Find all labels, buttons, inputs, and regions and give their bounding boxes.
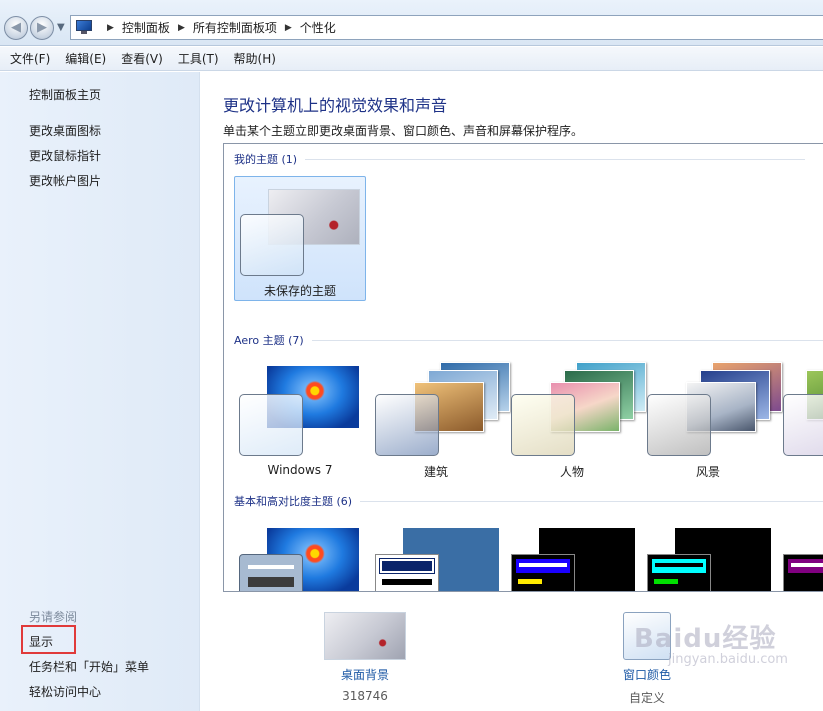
control-panel-home-link[interactable]: 控制面板主页 xyxy=(29,86,101,103)
breadcrumb-arrow-icon[interactable]: ▶ xyxy=(178,23,185,33)
theme-label: Windows 7 xyxy=(267,463,333,477)
theme-label: 建筑 xyxy=(423,465,448,479)
group-basic-label: 基本和高对比度主题 (6) xyxy=(234,495,353,508)
window-basic-preview xyxy=(783,554,823,591)
window-basic-preview xyxy=(239,554,303,591)
theme-architecture[interactable]: 建筑 xyxy=(370,356,510,481)
recent-pages-dropdown-icon[interactable]: ▼ xyxy=(57,22,65,33)
address-bar-area: ◀ ▶ ▼ ▶ 控制面板 ▶ 所有控制面板项 ▶ 个性化 xyxy=(0,0,823,46)
desktop-background-label[interactable]: 桌面背景 xyxy=(323,666,407,683)
change-desktop-icons-link[interactable]: 更改桌面图标 xyxy=(29,122,101,139)
control-panel-icon xyxy=(75,20,93,35)
ease-of-access-link[interactable]: 轻松访问中心 xyxy=(29,683,101,700)
menu-bar: 文件(F) 编辑(E) 查看(V) 工具(T) 帮助(H) xyxy=(0,47,823,71)
window-glass-preview xyxy=(647,394,711,456)
address-field[interactable]: ▶ 控制面板 ▶ 所有控制面板项 ▶ 个性化 xyxy=(70,15,823,40)
desktop-background-setting[interactable]: 桌面背景 318746 xyxy=(323,612,407,703)
desktop-background-value: 318746 xyxy=(342,689,388,703)
theme-list[interactable]: 我的主题 (1) 未保存的主题 Aero 主题 (7) Windows 7 建筑 xyxy=(223,143,823,592)
window-glass-preview xyxy=(375,394,439,456)
baidu-watermark-logo: Baidu经验 xyxy=(634,624,777,654)
window-basic-preview xyxy=(375,554,439,591)
group-my-themes-label: 我的主题 (1) xyxy=(234,153,298,166)
baidu-watermark-url: jingyan.baidu.com xyxy=(668,652,788,667)
theme-high-contrast-2[interactable] xyxy=(642,516,774,591)
theme-windows-classic[interactable] xyxy=(370,516,502,591)
window-glass-preview xyxy=(239,394,303,456)
back-button[interactable]: ◀ xyxy=(4,16,28,40)
theme-label: 未保存的主题 xyxy=(263,284,336,298)
menu-file[interactable]: 文件(F) xyxy=(4,50,56,67)
theme-unsaved[interactable]: 未保存的主题 xyxy=(234,176,366,301)
theme-windows7[interactable]: Windows 7 xyxy=(234,356,366,481)
menu-edit[interactable]: 编辑(E) xyxy=(59,50,112,67)
desktop-background-thumbnail xyxy=(324,612,406,660)
theme-more-partial[interactable] xyxy=(778,356,823,481)
see-also-heading: 另请参阅 xyxy=(29,610,78,624)
breadcrumb-arrow-icon[interactable]: ▶ xyxy=(107,23,114,33)
window-basic-preview xyxy=(647,554,711,591)
window-basic-preview xyxy=(511,554,575,591)
theme-characters[interactable]: 人物 xyxy=(506,356,646,481)
window-color-value: 自定义 xyxy=(628,691,665,705)
menu-view[interactable]: 查看(V) xyxy=(115,50,169,67)
breadcrumb-arrow-icon[interactable]: ▶ xyxy=(285,23,292,33)
breadcrumb-personalization[interactable]: 个性化 xyxy=(300,19,336,36)
window-glass-preview xyxy=(783,394,823,456)
theme-label: 风景 xyxy=(695,465,720,479)
page-title: 更改计算机上的视觉效果和声音 xyxy=(223,96,448,115)
theme-landscapes[interactable]: 风景 xyxy=(642,356,782,481)
group-basic-themes: 基本和高对比度主题 (6) xyxy=(234,493,823,509)
breadcrumb-all-items[interactable]: 所有控制面板项 xyxy=(193,19,277,36)
window-glass-preview xyxy=(511,394,575,456)
group-aero-label: Aero 主题 (7) xyxy=(234,334,304,347)
theme-windows7-basic[interactable] xyxy=(234,516,366,591)
taskbar-start-menu-link[interactable]: 任务栏和「开始」菜单 xyxy=(29,658,149,675)
group-aero-themes: Aero 主题 (7) xyxy=(234,332,823,348)
theme-label: 人物 xyxy=(559,465,584,479)
window-glass-preview xyxy=(240,214,304,276)
page-subtitle: 单击某个主题立即更改桌面背景、窗口颜色、声音和屏幕保护程序。 xyxy=(223,124,584,138)
change-account-picture-link[interactable]: 更改帐户图片 xyxy=(29,172,101,189)
main-content: 更改计算机上的视觉效果和声音 单击某个主题立即更改桌面背景、窗口颜色、声音和屏幕… xyxy=(201,72,823,711)
breadcrumb-control-panel[interactable]: 控制面板 xyxy=(122,19,170,36)
theme-high-contrast-3-partial[interactable] xyxy=(778,516,823,591)
group-my-themes: 我的主题 (1) xyxy=(234,151,806,167)
change-mouse-pointers-link[interactable]: 更改鼠标指针 xyxy=(29,147,101,164)
forward-button[interactable]: ▶ xyxy=(30,16,54,40)
window-color-label[interactable]: 窗口颜色 xyxy=(619,666,675,683)
theme-high-contrast-1[interactable] xyxy=(506,516,638,591)
menu-tools[interactable]: 工具(T) xyxy=(172,50,225,67)
menu-help[interactable]: 帮助(H) xyxy=(228,50,282,67)
left-task-pane: 控制面板主页 更改桌面图标 更改鼠标指针 更改帐户图片 另请参阅 显示 任务栏和… xyxy=(0,72,200,711)
display-link[interactable]: 显示 xyxy=(29,633,53,650)
